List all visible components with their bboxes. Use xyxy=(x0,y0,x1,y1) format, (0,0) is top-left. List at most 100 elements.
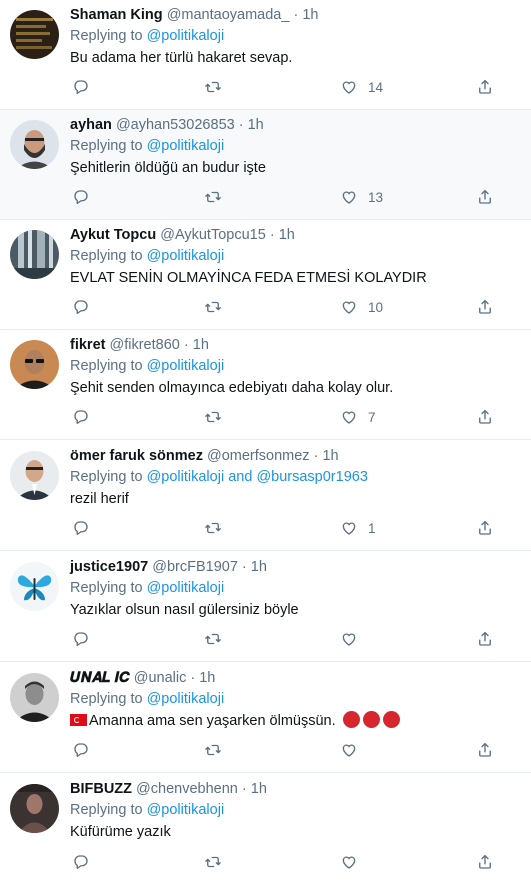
tweet-time[interactable]: 1h xyxy=(279,227,295,243)
mention-link[interactable]: @politikaloji xyxy=(147,580,225,596)
mention-link[interactable]: @politikaloji xyxy=(147,248,225,264)
share-button[interactable] xyxy=(476,297,494,317)
user-handle[interactable]: @mantaoyamada_ xyxy=(167,7,290,23)
mention-link[interactable]: @politikaloji xyxy=(147,358,225,374)
user-handle[interactable]: @ayhan53026853 xyxy=(116,117,235,133)
tweet-text: Amanna ama sen yaşarken ölmüşsün. xyxy=(70,711,521,731)
share-button[interactable] xyxy=(476,518,494,538)
display-name[interactable]: 𝑼𝑵𝑨𝑳 𝑰𝑪 xyxy=(70,670,130,686)
tweet-header: Aykut Topcu @AykutTopcu15 · 1h xyxy=(70,226,521,244)
display-name[interactable]: BIFBUZZ xyxy=(70,781,132,797)
retweet-button[interactable] xyxy=(204,407,222,427)
reply-button[interactable] xyxy=(72,852,90,872)
mention-link[interactable]: @politikaloji xyxy=(147,28,225,44)
user-handle[interactable]: @chenvebhenn xyxy=(136,781,238,797)
reply-button[interactable] xyxy=(72,629,90,649)
mention-link[interactable]: @politikaloji xyxy=(147,469,225,485)
avatar[interactable] xyxy=(10,562,59,611)
avatar[interactable] xyxy=(10,451,59,500)
reply-button[interactable] xyxy=(72,297,90,317)
user-handle[interactable]: @brcFB1907 xyxy=(152,559,238,575)
like-button[interactable]: 10 xyxy=(340,297,383,317)
retweet-button[interactable] xyxy=(204,629,222,649)
reply-button[interactable] xyxy=(72,407,90,427)
display-name[interactable]: ayhan xyxy=(70,117,112,133)
user-handle[interactable]: @fikret860 xyxy=(110,337,180,353)
reply-button[interactable] xyxy=(72,187,90,207)
share-button[interactable] xyxy=(476,407,494,427)
like-button[interactable] xyxy=(340,852,368,872)
display-name[interactable]: Shaman King xyxy=(70,7,163,23)
dark-code-avatar xyxy=(10,10,59,59)
separator-dot: · xyxy=(293,7,299,23)
retweet-button[interactable] xyxy=(204,852,222,872)
user-handle[interactable]: @unalic xyxy=(134,670,187,686)
reply-icon xyxy=(74,743,88,758)
avatar[interactable] xyxy=(10,784,59,833)
like-button[interactable] xyxy=(340,629,368,649)
reply-tweet[interactable]: ayhan @ayhan53026853 · 1h Replying to @po… xyxy=(0,110,531,220)
retweet-button[interactable] xyxy=(204,740,222,760)
reply-tweet[interactable]: 𝑼𝑵𝑨𝑳 𝑰𝑪 @unalic · 1h Replying to @politik… xyxy=(0,663,531,773)
reply-tweet[interactable]: Aykut Topcu @AykutTopcu15 · 1h Replying t… xyxy=(0,220,531,330)
reply-tweet[interactable]: Shaman King @mantaoyamada_ · 1h Replying … xyxy=(0,0,531,110)
mention-link[interactable]: @politikaloji xyxy=(147,691,225,707)
dark-figure-avatar xyxy=(10,784,59,833)
reply-icon xyxy=(74,190,88,205)
share-button[interactable] xyxy=(476,77,494,97)
display-name[interactable]: justice1907 xyxy=(70,559,148,575)
share-button[interactable] xyxy=(476,187,494,207)
tweet-time[interactable]: 1h xyxy=(251,781,267,797)
like-button[interactable]: 13 xyxy=(340,187,383,207)
display-name[interactable]: Aykut Topcu xyxy=(70,227,156,243)
reply-button[interactable] xyxy=(72,77,90,97)
man-suit-avatar xyxy=(10,451,59,500)
user-handle[interactable]: @AykutTopcu15 xyxy=(160,227,266,243)
like-button[interactable] xyxy=(340,740,368,760)
turkey-flag-icon xyxy=(70,714,87,726)
replying-to: Replying to @politikaloji xyxy=(70,246,521,266)
retweet-button[interactable] xyxy=(204,187,222,207)
reply-tweet[interactable]: BIFBUZZ @chenvebhenn · 1h Replying to @po… xyxy=(0,774,531,884)
tweet-time[interactable]: 1h xyxy=(193,337,209,353)
mention-link[interactable]: @politikaloji xyxy=(147,138,225,154)
display-name[interactable]: ömer faruk sönmez xyxy=(70,448,203,464)
like-button[interactable]: 7 xyxy=(340,407,376,427)
reply-tweet[interactable]: ömer faruk sönmez @omerfsonmez · 1h Reply… xyxy=(0,441,531,551)
tweet-text: Şehitlerin öldüğü an budur işte xyxy=(70,158,521,178)
replying-to-label: Replying to xyxy=(70,358,143,374)
reply-tweet[interactable]: justice1907 @brcFB1907 · 1h Replying to @… xyxy=(0,552,531,662)
retweet-button[interactable] xyxy=(204,77,222,97)
tweet-time[interactable]: 1h xyxy=(251,559,267,575)
avatar[interactable] xyxy=(10,230,59,279)
tweet-time[interactable]: 1h xyxy=(322,448,338,464)
share-icon xyxy=(479,79,491,94)
reply-tweet[interactable]: fikret @fikret860 · 1h Replying to @polit… xyxy=(0,330,531,440)
reply-button[interactable] xyxy=(72,740,90,760)
mention-link[interactable]: @politikaloji xyxy=(147,802,225,818)
share-icon xyxy=(479,520,491,535)
avatar[interactable] xyxy=(10,120,59,169)
retweet-button[interactable] xyxy=(204,297,222,317)
user-handle[interactable]: @omerfsonmez xyxy=(207,448,310,464)
tweet-time[interactable]: 1h xyxy=(302,7,318,23)
share-button[interactable] xyxy=(476,629,494,649)
retweet-button[interactable] xyxy=(204,518,222,538)
share-button[interactable] xyxy=(476,740,494,760)
like-button[interactable]: 14 xyxy=(340,77,383,97)
reply-button[interactable] xyxy=(72,518,90,538)
mention-link[interactable]: @bursasp0r1963 xyxy=(256,469,367,485)
avatar[interactable] xyxy=(10,673,59,722)
tweet-time[interactable]: 1h xyxy=(248,117,264,133)
tweet-header: BIFBUZZ @chenvebhenn · 1h xyxy=(70,780,521,798)
avatar[interactable] xyxy=(10,10,59,59)
man-sunglasses-avatar xyxy=(10,340,59,389)
tweet-actions xyxy=(70,852,521,872)
like-button[interactable]: 1 xyxy=(340,518,376,538)
tweet-time[interactable]: 1h xyxy=(199,670,215,686)
tweet-header: fikret @fikret860 · 1h xyxy=(70,336,521,354)
replying-to: Replying to @politikaloji xyxy=(70,689,521,709)
display-name[interactable]: fikret xyxy=(70,337,105,353)
avatar[interactable] xyxy=(10,340,59,389)
share-button[interactable] xyxy=(476,852,494,872)
